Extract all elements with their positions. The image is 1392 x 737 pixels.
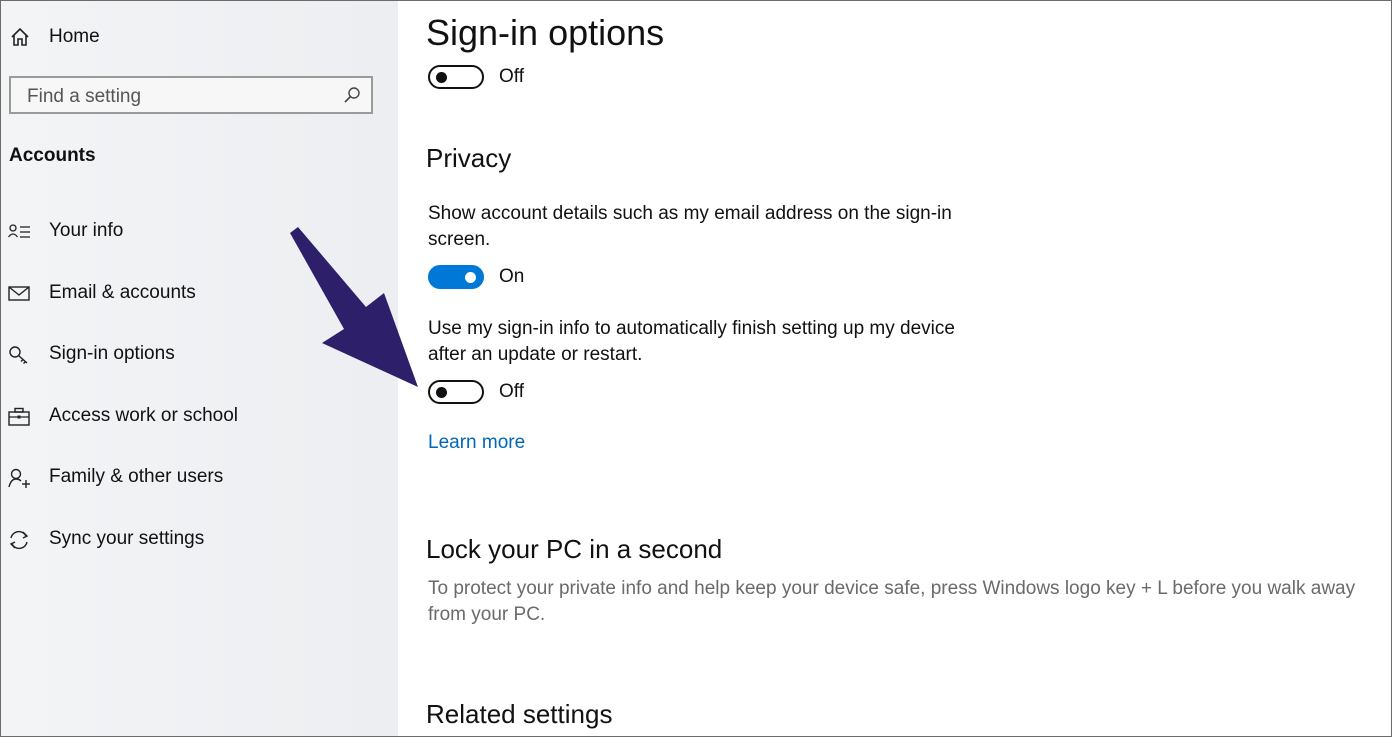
person-add-icon bbox=[8, 468, 30, 488]
sidebar-item-label: Sync your settings bbox=[49, 528, 205, 549]
show-account-details-state: On bbox=[499, 266, 525, 287]
home-icon bbox=[11, 27, 29, 46]
main-content: Sign-in options Off Privacy Show account… bbox=[398, 0, 1391, 737]
search-icon[interactable] bbox=[343, 86, 361, 104]
use-signin-info-toggle[interactable] bbox=[428, 380, 484, 404]
briefcase-icon bbox=[8, 407, 30, 426]
sidebar-item-label: Access work or school bbox=[49, 405, 239, 426]
sidebar-item-label: Family & other users bbox=[49, 466, 224, 487]
privacy-heading: Privacy bbox=[426, 143, 512, 173]
lock-pc-heading: Lock your PC in a second bbox=[426, 534, 723, 564]
key-icon bbox=[9, 346, 28, 364]
annotation-arrow bbox=[290, 227, 418, 387]
top-toggle-state: Off bbox=[499, 66, 524, 87]
sync-icon bbox=[9, 530, 29, 550]
toggle-knob bbox=[436, 387, 447, 398]
page-title: Sign-in options bbox=[426, 12, 665, 53]
home-nav-item[interactable]: Home bbox=[9, 21, 100, 53]
lock-pc-description: To protect your private info and help ke… bbox=[428, 578, 1356, 625]
use-signin-info-state: Off bbox=[499, 381, 524, 402]
top-toggle-switch[interactable] bbox=[428, 65, 484, 89]
sidebar-item-label: Email & accounts bbox=[49, 282, 196, 303]
home-label: Home bbox=[49, 26, 100, 47]
search-box[interactable] bbox=[9, 76, 373, 114]
sidebar-item-label: Sign-in options bbox=[49, 343, 175, 364]
sidebar-item-access-work-school[interactable]: Access work or school bbox=[1, 395, 397, 439]
learn-more-link[interactable]: Learn more bbox=[428, 432, 525, 454]
use-signin-info-text: Use my sign-in info to automatically fin… bbox=[428, 318, 955, 365]
show-account-details-toggle[interactable] bbox=[428, 265, 484, 289]
search-input[interactable] bbox=[25, 84, 329, 110]
related-settings-heading: Related settings bbox=[426, 699, 613, 729]
toggle-knob bbox=[465, 272, 476, 283]
show-account-details-text: Show account details such as my email ad… bbox=[428, 203, 952, 250]
person-list-icon bbox=[8, 224, 30, 238]
section-title: Accounts bbox=[9, 145, 96, 166]
sidebar-item-label: Your info bbox=[49, 220, 124, 241]
envelope-icon bbox=[8, 286, 30, 301]
sidebar-item-family-other-users[interactable]: Family & other users bbox=[1, 456, 397, 500]
toggle-knob bbox=[436, 72, 447, 83]
sidebar-item-sync-settings[interactable]: Sync your settings bbox=[1, 518, 397, 562]
